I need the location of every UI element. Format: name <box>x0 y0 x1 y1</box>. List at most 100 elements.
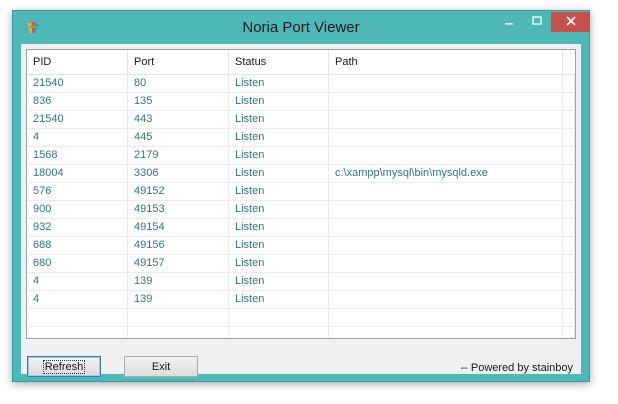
cell-status: Listen <box>229 147 329 164</box>
maximize-button[interactable] <box>523 12 550 32</box>
cell-port: 2179 <box>128 147 229 164</box>
table-row[interactable]: 21540 443 Listen <box>27 111 575 129</box>
cell-path <box>329 237 563 254</box>
cell-pid: 900 <box>27 201 128 218</box>
cell-port: 49154 <box>128 219 229 236</box>
cell-path <box>329 291 563 308</box>
cell-filler <box>563 237 575 254</box>
cell-status: Listen <box>229 291 329 308</box>
table-row[interactable]: 932 49154 Listen <box>27 219 575 237</box>
cell-pid: 680 <box>27 255 128 272</box>
table-row[interactable]: 688 49156 Listen <box>27 237 575 255</box>
cell-path <box>329 93 563 110</box>
cell-path <box>329 219 563 236</box>
cell-port: 49156 <box>128 237 229 254</box>
cell-pid: 4 <box>27 291 128 308</box>
cell-path <box>329 201 563 218</box>
cell-path <box>329 75 563 92</box>
cell-status: Listen <box>229 219 329 236</box>
powered-by-text: -- Powered by stainboy <box>460 362 574 374</box>
cell-port: 445 <box>128 129 229 146</box>
refresh-button-label: Refresh <box>42 360 86 374</box>
cell-status: Listen <box>229 201 329 218</box>
cell-pid: 836 <box>27 93 128 110</box>
cell-pid: 1568 <box>27 147 128 164</box>
empty-row <box>27 327 575 338</box>
cell-filler <box>563 255 575 272</box>
cell-filler <box>563 111 575 128</box>
column-header-path[interactable]: Path <box>329 50 563 74</box>
close-icon <box>565 13 576 31</box>
cell-filler <box>563 147 575 164</box>
table-row[interactable]: 576 49152 Listen <box>27 183 575 201</box>
empty-row <box>27 309 575 327</box>
close-button[interactable] <box>551 12 590 32</box>
cell-filler <box>563 291 575 308</box>
cell-empty <box>563 327 575 338</box>
cell-status: Listen <box>229 129 329 146</box>
cell-path <box>329 255 563 272</box>
cell-status: Listen <box>229 75 329 92</box>
column-header-filler <box>563 50 575 74</box>
list-header: PID Port Status Path <box>27 50 575 75</box>
table-row[interactable]: 836 135 Listen <box>27 93 575 111</box>
cell-empty <box>128 327 229 338</box>
port-list-view[interactable]: PID Port Status Path 21540 80 Listen 836 135… <box>26 49 576 339</box>
cell-pid: 932 <box>27 219 128 236</box>
cell-port: 139 <box>128 291 229 308</box>
table-row[interactable]: 1568 2179 Listen <box>27 147 575 165</box>
cell-status: Listen <box>229 93 329 110</box>
refresh-button[interactable]: Refresh <box>27 356 101 377</box>
cell-port: 139 <box>128 273 229 290</box>
cell-port: 49152 <box>128 183 229 200</box>
cell-pid: 18004 <box>27 165 128 182</box>
cell-filler <box>563 201 575 218</box>
table-row[interactable]: 4 139 Listen <box>27 291 575 309</box>
cell-port: 80 <box>128 75 229 92</box>
cell-pid: 4 <box>27 273 128 290</box>
cell-empty <box>27 327 128 338</box>
cell-port: 443 <box>128 111 229 128</box>
cell-status: Listen <box>229 237 329 254</box>
cell-status: Listen <box>229 165 329 182</box>
cell-port: 49157 <box>128 255 229 272</box>
table-row[interactable]: 680 49157 Listen <box>27 255 575 273</box>
column-header-pid[interactable]: PID <box>27 50 128 74</box>
cell-path <box>329 129 563 146</box>
table-row[interactable]: 4 139 Listen <box>27 273 575 291</box>
cell-pid: 21540 <box>27 111 128 128</box>
column-header-status[interactable]: Status <box>229 50 329 74</box>
cell-status: Listen <box>229 273 329 290</box>
title-bar[interactable]: Noria Port Viewer <box>13 11 590 45</box>
cell-status: Listen <box>229 255 329 272</box>
cell-empty <box>563 309 575 326</box>
cell-port: 135 <box>128 93 229 110</box>
cell-empty <box>229 309 329 326</box>
column-header-port[interactable]: Port <box>128 50 229 74</box>
cell-empty <box>229 327 329 338</box>
cell-empty <box>128 309 229 326</box>
cell-port: 3306 <box>128 165 229 182</box>
cell-path: c:\xampp\mysql\bin\mysqld.exe <box>329 165 563 182</box>
table-row[interactable]: 18004 3306 Listen c:\xampp\mysql\bin\mysqld… <box>27 165 575 183</box>
table-row[interactable]: 21540 80 Listen <box>27 75 575 93</box>
cell-filler <box>563 93 575 110</box>
list-body: 21540 80 Listen 836 135 Listen 21540 443 Listen 4… <box>27 75 575 338</box>
cell-path <box>329 111 563 128</box>
table-row[interactable]: 900 49153 Listen <box>27 201 575 219</box>
cell-empty <box>27 309 128 326</box>
minimize-icon <box>504 13 514 31</box>
client-area: PID Port Status Path 21540 80 Listen 836 135… <box>21 44 581 377</box>
cell-filler <box>563 129 575 146</box>
cell-status: Listen <box>229 111 329 128</box>
cell-port: 49153 <box>128 201 229 218</box>
exit-button[interactable]: Exit <box>124 356 198 377</box>
cell-pid: 688 <box>27 237 128 254</box>
cell-status: Listen <box>229 183 329 200</box>
table-row[interactable]: 4 445 Listen <box>27 129 575 147</box>
cell-filler <box>563 219 575 236</box>
app-window: Noria Port Viewer PID Port Status Path 2… <box>12 10 590 382</box>
cell-filler <box>563 75 575 92</box>
cell-path <box>329 147 563 164</box>
minimize-button[interactable] <box>495 12 522 32</box>
